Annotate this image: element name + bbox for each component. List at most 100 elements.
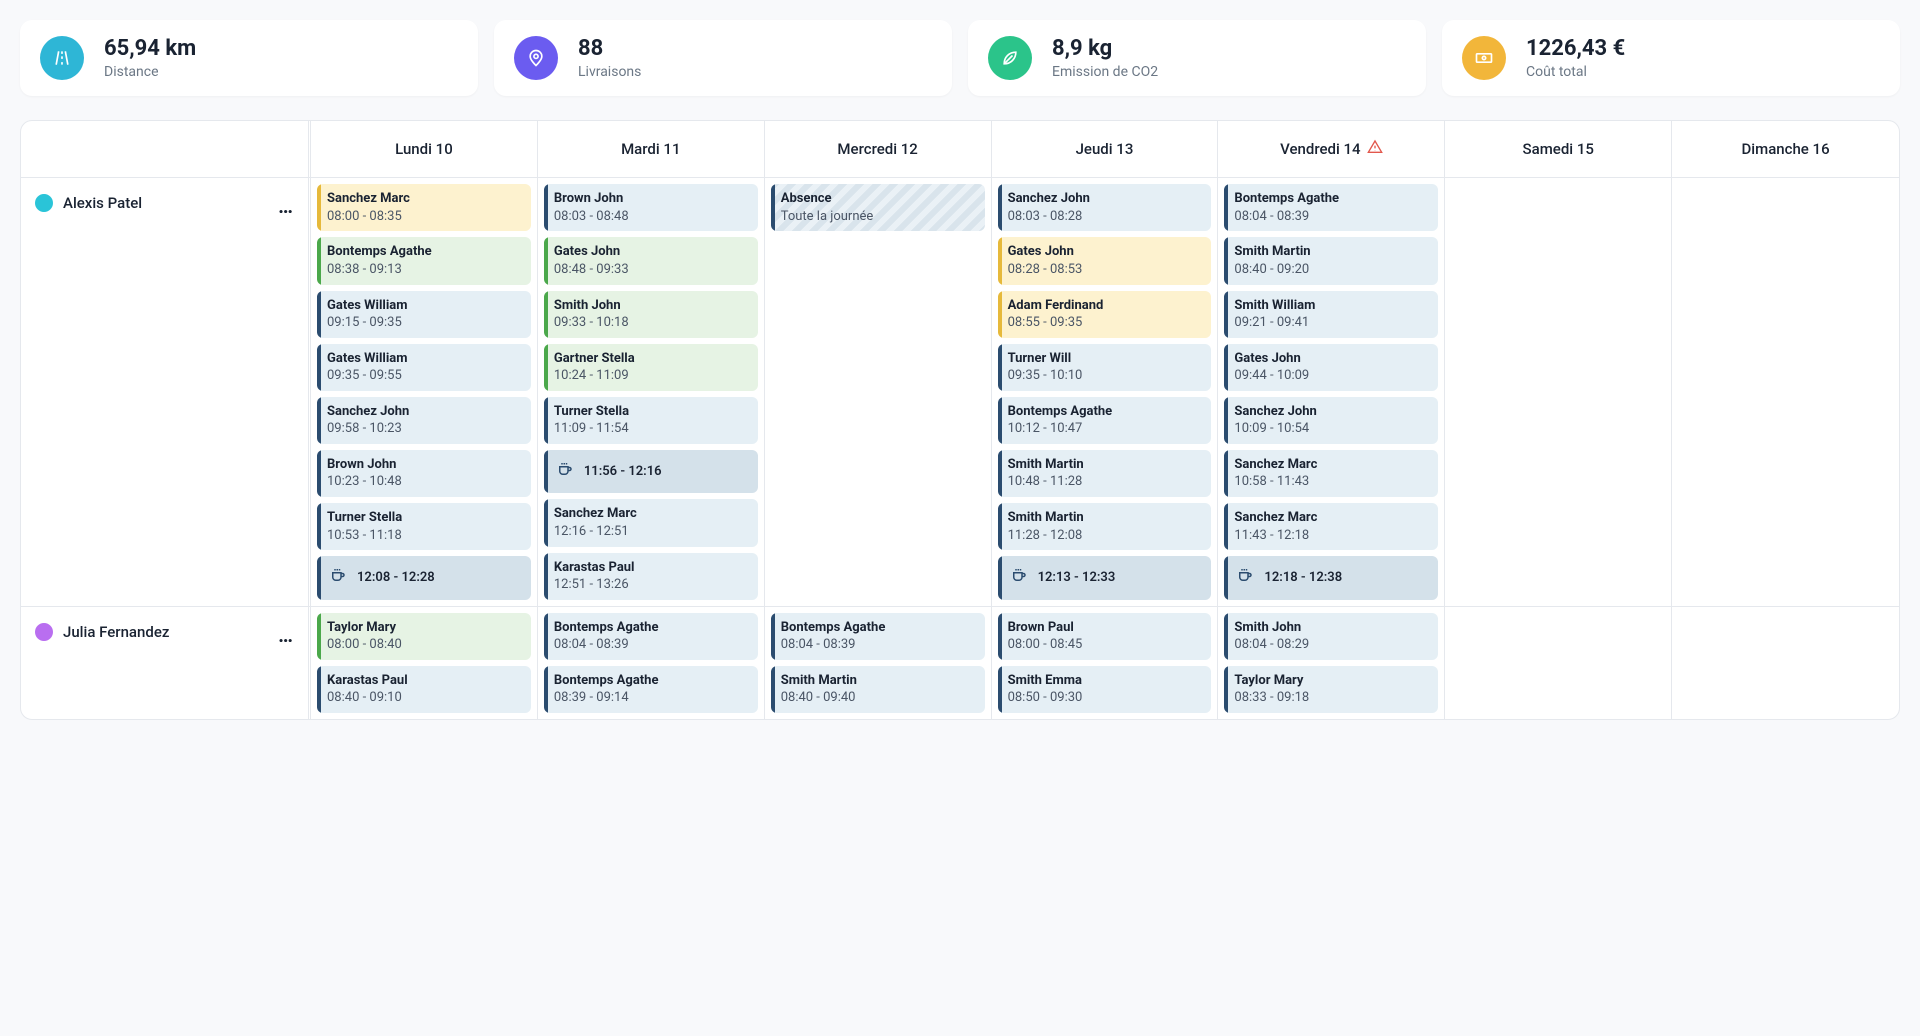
day-cell xyxy=(1672,607,1899,719)
event-name: Sanchez Marc xyxy=(1234,456,1430,474)
more-button[interactable]: … xyxy=(278,623,294,645)
schedule-event[interactable]: Bontemps Agathe08:04 - 08:39 xyxy=(544,613,758,660)
event-time: 11:28 - 12:08 xyxy=(1008,527,1204,545)
event-name: Brown Paul xyxy=(1008,619,1204,637)
event-name: Sanchez John xyxy=(327,403,523,421)
event-time: 09:35 - 09:55 xyxy=(327,367,523,385)
schedule-event[interactable]: Taylor Mary08:33 - 09:18 xyxy=(1224,666,1438,713)
event-time: 09:15 - 09:35 xyxy=(327,314,523,332)
schedule-event[interactable]: Sanchez Marc10:58 - 11:43 xyxy=(1224,450,1438,497)
stat-text: 65,94 km Distance xyxy=(104,36,196,80)
schedule-event[interactable]: Sanchez John10:09 - 10:54 xyxy=(1224,397,1438,444)
event-time: 09:33 - 10:18 xyxy=(554,314,750,332)
event-name: Sanchez Marc xyxy=(327,190,523,208)
event-name: Bontemps Agathe xyxy=(554,672,750,690)
schedule-event[interactable]: Gates William09:15 - 09:35 xyxy=(317,291,531,338)
day-cell: Sanchez John08:03 - 08:28 Gates John08:28… xyxy=(992,178,1219,605)
break-event[interactable]: 12:18 - 12:38 xyxy=(1224,556,1438,600)
schedule-header: Lundi 10 Mardi 11 Mercredi 12 Jeudi 13 Vendr… xyxy=(21,121,1899,178)
day-cell: Smith John08:04 - 08:29 Taylor Mary08:33 … xyxy=(1218,607,1445,719)
break-event[interactable]: 11:56 - 12:16 xyxy=(544,450,758,494)
event-name: Taylor Mary xyxy=(327,619,523,637)
person-left: Alexis Patel xyxy=(35,194,142,212)
schedule-event[interactable]: Gates William09:35 - 09:55 xyxy=(317,344,531,391)
stat-value: 1226,43 € xyxy=(1526,36,1625,62)
event-time: 10:23 - 10:48 xyxy=(327,473,523,491)
day-label: Mercredi 12 xyxy=(837,140,917,158)
schedule-event[interactable]: Bontemps Agathe08:04 - 08:39 xyxy=(1224,184,1438,231)
schedule-event[interactable]: Bontemps Agathe08:04 - 08:39 xyxy=(771,613,985,660)
schedule-event[interactable]: Gates John09:44 - 10:09 xyxy=(1224,344,1438,391)
schedule-event[interactable]: Brown John08:03 - 08:48 xyxy=(544,184,758,231)
header-corner xyxy=(21,121,311,177)
schedule-event[interactable]: Turner Will09:35 - 10:10 xyxy=(998,344,1212,391)
schedule-event[interactable]: Smith Martin08:40 - 09:20 xyxy=(1224,237,1438,284)
event-name: Brown John xyxy=(554,190,750,208)
schedule-event[interactable]: Smith Martin11:28 - 12:08 xyxy=(998,503,1212,550)
day-label: Vendredi 14 xyxy=(1280,140,1360,158)
schedule-event[interactable]: Karastas Paul08:40 - 09:10 xyxy=(317,666,531,713)
break-event[interactable]: 12:13 - 12:33 xyxy=(998,556,1212,600)
schedule-event[interactable]: Smith Martin08:40 - 09:40 xyxy=(771,666,985,713)
schedule-event[interactable]: Gates John08:28 - 08:53 xyxy=(998,237,1212,284)
schedule-event[interactable]: Bontemps Agathe10:12 - 10:47 xyxy=(998,397,1212,444)
schedule-event[interactable]: Taylor Mary08:00 - 08:40 xyxy=(317,613,531,660)
day-label: Lundi 10 xyxy=(395,140,453,158)
event-time: 09:21 - 09:41 xyxy=(1234,314,1430,332)
schedule-event[interactable]: Smith Martin10:48 - 11:28 xyxy=(998,450,1212,497)
stat-text: 8,9 kg Emission de CO2 xyxy=(1052,36,1158,80)
break-event[interactable]: 12:08 - 12:28 xyxy=(317,556,531,600)
schedule-row: Julia Fernandez …Taylor Mary08:00 - 08:4… xyxy=(21,607,1899,719)
schedule-event[interactable]: Turner Stella11:09 - 11:54 xyxy=(544,397,758,444)
more-button[interactable]: … xyxy=(278,194,294,216)
stat-card: 65,94 km Distance xyxy=(20,20,478,96)
cup-icon xyxy=(1236,566,1254,590)
day-cell xyxy=(1445,607,1672,719)
event-time: 10:12 - 10:47 xyxy=(1008,420,1204,438)
schedule-event[interactable]: Gates John08:48 - 09:33 xyxy=(544,237,758,284)
event-time: 08:50 - 09:30 xyxy=(1008,689,1204,707)
schedule-event[interactable]: Brown Paul08:00 - 08:45 xyxy=(998,613,1212,660)
schedule-event[interactable]: Brown John10:23 - 10:48 xyxy=(317,450,531,497)
person-cell: Alexis Patel … xyxy=(21,178,311,605)
event-time: 10:48 - 11:28 xyxy=(1008,473,1204,491)
event-name: Sanchez John xyxy=(1234,403,1430,421)
schedule-event[interactable]: Sanchez Marc11:43 - 12:18 xyxy=(1224,503,1438,550)
event-time: 10:58 - 11:43 xyxy=(1234,473,1430,491)
event-time: 08:40 - 09:40 xyxy=(781,689,977,707)
schedule-event[interactable]: Sanchez John09:58 - 10:23 xyxy=(317,397,531,444)
schedule-event[interactable]: Sanchez Marc12:16 - 12:51 xyxy=(544,499,758,546)
event-name: Turner Stella xyxy=(554,403,750,421)
day-label: Samedi 15 xyxy=(1523,140,1594,158)
schedule-event[interactable]: Smith William09:21 - 09:41 xyxy=(1224,291,1438,338)
event-time: 08:00 - 08:40 xyxy=(327,636,523,654)
schedule-event[interactable]: Smith Emma08:50 - 09:30 xyxy=(998,666,1212,713)
schedule-event[interactable]: Smith John09:33 - 10:18 xyxy=(544,291,758,338)
event-time: 09:44 - 10:09 xyxy=(1234,367,1430,385)
event-name: Gates John xyxy=(1008,243,1204,261)
cup-icon xyxy=(556,460,574,484)
schedule-event[interactable]: Karastas Paul12:51 - 13:26 xyxy=(544,553,758,600)
schedule-event[interactable]: Smith John08:04 - 08:29 xyxy=(1224,613,1438,660)
day-label: Mardi 11 xyxy=(621,140,680,158)
absence-event[interactable]: AbsenceToute la journée xyxy=(771,184,985,231)
schedule-event[interactable]: Bontemps Agathe08:38 - 09:13 xyxy=(317,237,531,284)
day-label: Jeudi 13 xyxy=(1076,140,1134,158)
event-time: 08:40 - 09:10 xyxy=(327,689,523,707)
schedule-event[interactable]: Sanchez John08:03 - 08:28 xyxy=(998,184,1212,231)
day-header: Jeudi 13 xyxy=(992,121,1219,177)
day-cell: Bontemps Agathe08:04 - 08:39 Smith Martin… xyxy=(1218,178,1445,605)
schedule-event[interactable]: Turner Stella10:53 - 11:18 xyxy=(317,503,531,550)
stat-value: 8,9 kg xyxy=(1052,36,1158,62)
event-time: 08:40 - 09:20 xyxy=(1234,261,1430,279)
day-cell: AbsenceToute la journée xyxy=(765,178,992,605)
event-name: Bontemps Agathe xyxy=(327,243,523,261)
schedule-event[interactable]: Sanchez Marc08:00 - 08:35 xyxy=(317,184,531,231)
schedule-event[interactable]: Adam Ferdinand08:55 - 09:35 xyxy=(998,291,1212,338)
event-time: 12:13 - 12:33 xyxy=(1038,569,1116,587)
event-time: 08:55 - 09:35 xyxy=(1008,314,1204,332)
schedule-event[interactable]: Bontemps Agathe08:39 - 09:14 xyxy=(544,666,758,713)
event-name: Sanchez John xyxy=(1008,190,1204,208)
event-time: 08:00 - 08:45 xyxy=(1008,636,1204,654)
schedule-event[interactable]: Gartner Stella10:24 - 11:09 xyxy=(544,344,758,391)
